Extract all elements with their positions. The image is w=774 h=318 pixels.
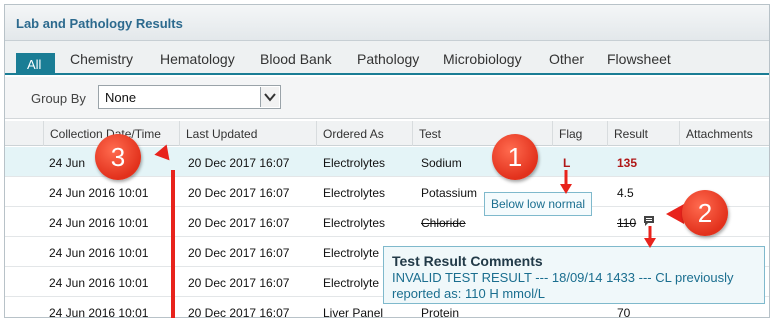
column-header-attachments[interactable]: Attachments [679, 121, 769, 146]
tab-hematology[interactable]: Hematology [160, 51, 235, 67]
callout-badge-2: 2 [682, 190, 728, 236]
cell-last-updated: 20 Dec 2017 16:07 [188, 246, 290, 260]
cell-flag[interactable]: L [563, 156, 570, 170]
tab-all[interactable]: All [16, 53, 55, 75]
cell-ordered-as: Electrolytes [323, 216, 386, 230]
column-header-last-updated[interactable]: Last Updated [179, 121, 316, 146]
cell-collection: 24 Jun 2016 10:01 [49, 306, 149, 318]
cell-ordered-as: Electrolyte [323, 276, 380, 290]
tab-microbiology[interactable]: Microbiology [443, 51, 522, 67]
column-header-ordered-as[interactable]: Ordered As [316, 121, 412, 146]
cell-test: Potassium [421, 186, 478, 200]
cell-ordered-as: Electrolytes [323, 156, 386, 170]
comments-tooltip-title: Test Result Comments [392, 253, 543, 269]
table-row[interactable]: 24 Jun 2016 10:01 20 Dec 2017 16:07 Elec… [5, 177, 769, 207]
group-by-value: None [105, 90, 137, 105]
cell-result: 135 [617, 156, 638, 170]
callout-badge-3: 3 [95, 134, 141, 180]
cell-collection: 24 Jun 2016 10:01 [49, 276, 149, 290]
cell-collection: 24 Jun 2016 10:01 [49, 216, 149, 230]
table-row[interactable]: 24 Jun 2016 10:01 20 Dec 2017 16:07 Elec… [5, 207, 769, 237]
callout-badge-1: 1 [492, 134, 538, 180]
cell-last-updated: 20 Dec 2017 16:07 [188, 276, 290, 290]
chevron-down-icon[interactable] [260, 87, 279, 107]
cell-result: 110 [617, 216, 637, 230]
cell-test: Sodium [421, 156, 462, 170]
cell-collection: 24 Jun 2016 10:01 [49, 246, 149, 260]
comment-icon[interactable] [643, 215, 655, 230]
column-header-flag[interactable]: Flag [552, 121, 607, 146]
panel-header: Lab and Pathology Results [5, 5, 769, 41]
cell-result: 70 [617, 306, 631, 318]
cell-test: Protein [421, 306, 460, 318]
group-by-select[interactable]: None [98, 85, 281, 109]
group-by-bar: Group By None [5, 77, 769, 119]
panel-title: Lab and Pathology Results [16, 16, 183, 31]
tab-pathology[interactable]: Pathology [357, 51, 419, 67]
cell-last-updated: 20 Dec 2017 16:07 [188, 306, 290, 318]
cell-ordered-as: Electrolyte [323, 246, 380, 260]
column-header-result[interactable]: Result [607, 121, 679, 146]
cell-ordered-as: Electrolytes [323, 186, 386, 200]
comments-tooltip: Test Result Comments INVALID TEST RESULT… [383, 246, 765, 304]
cell-last-updated: 20 Dec 2017 16:07 [188, 216, 290, 230]
comments-tooltip-body: INVALID TEST RESULT --- 18/09/14 1433 --… [392, 270, 734, 301]
flag-tooltip: Below low normal [484, 192, 593, 216]
cell-last-updated: 20 Dec 2017 16:07 [188, 186, 290, 200]
cell-collection: 24 Jun 2016 10:01 [49, 186, 149, 200]
tab-flowsheet[interactable]: Flowsheet [607, 51, 671, 67]
group-by-label: Group By [31, 91, 86, 106]
tab-other[interactable]: Other [549, 51, 584, 67]
cell-test: Chloride [421, 216, 466, 230]
tab-blood-bank[interactable]: Blood Bank [260, 51, 332, 67]
tab-chemistry[interactable]: Chemistry [70, 51, 133, 67]
cell-last-updated: 20 Dec 2017 16:07 [188, 156, 290, 170]
cell-collection: 24 Jun [49, 156, 86, 170]
cell-ordered-as: Liver Panel [323, 306, 384, 318]
cell-result: 4.5 [617, 186, 634, 200]
tab-bar: All Chemistry Hematology Blood Bank Path… [5, 41, 769, 75]
